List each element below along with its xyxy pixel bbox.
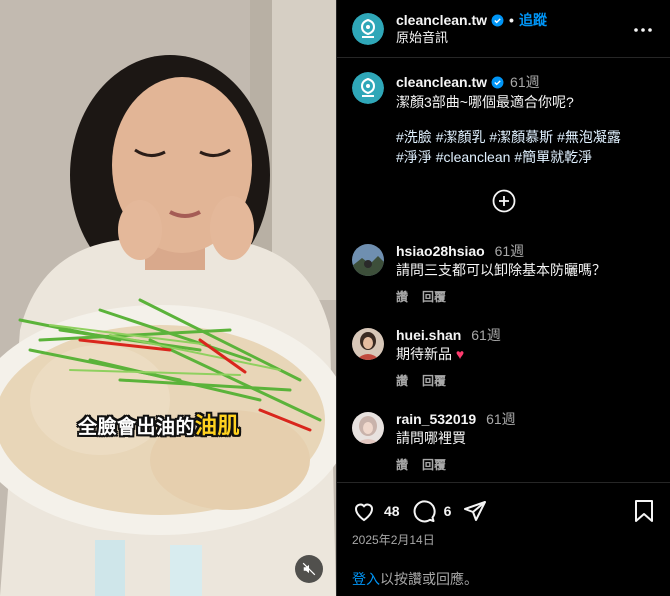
comment-like-button[interactable]: 讚 <box>396 458 408 472</box>
comment-button[interactable]: 6 <box>412 499 452 523</box>
cleanclean-logo-icon <box>352 72 384 104</box>
original-audio-link[interactable]: 原始音訊 <box>396 29 547 46</box>
save-button[interactable] <box>634 499 654 528</box>
video-frame <box>0 0 336 596</box>
like-button[interactable]: 48 <box>352 499 400 523</box>
plus-circle-icon[interactable] <box>492 189 516 213</box>
caption-text: 潔顏3部曲~哪個最適合你呢? <box>396 94 574 110</box>
load-more-comments <box>337 189 670 213</box>
separator-dot: • <box>509 11 514 28</box>
post-footer: 48 6 2025年2月14日 登入以按讚或回應。 <box>337 482 670 587</box>
hashtag-link[interactable]: #簡單就乾淨 <box>514 149 592 165</box>
more-dots-icon <box>634 28 652 32</box>
hashtag-link[interactable]: #潔顏乳 <box>436 129 486 145</box>
video-caption: 全臉會出油的油肌 <box>78 413 241 438</box>
account-avatar[interactable] <box>352 12 384 45</box>
comment-like-button[interactable]: 讚 <box>396 374 408 388</box>
header-username[interactable]: cleanclean.tw <box>396 12 487 29</box>
comment-text: 期待新品 <box>396 346 452 362</box>
comment-item: rain_532019 61週 請問哪裡買 讚回覆 <box>337 410 670 475</box>
comment-reply-button[interactable]: 回覆 <box>422 374 446 388</box>
comment-bubble-icon <box>413 500 436 523</box>
heart-emoji-icon: ♥ <box>455 346 465 362</box>
login-link[interactable]: 登入 <box>352 571 380 587</box>
comment-reply-button[interactable]: 回覆 <box>422 458 446 472</box>
speaker-muted-icon <box>302 562 316 576</box>
mute-button[interactable] <box>295 555 323 583</box>
cleanclean-logo-icon <box>352 12 384 45</box>
comment-age: 61週 <box>494 243 525 259</box>
hashtag-link[interactable]: #cleanclean <box>436 149 511 165</box>
instagram-post-view: 全臉會出油的油肌 cleanclean.tw • 追蹤 原始音訊 cleancl… <box>0 0 670 596</box>
comment-reply-button[interactable]: 回覆 <box>422 290 446 304</box>
hashtags-line-1: #洗臉 #潔顏乳 #潔顏慕斯 #無泡凝露 <box>396 127 621 147</box>
comment-like-button[interactable]: 讚 <box>396 290 408 304</box>
post-side-panel: cleanclean.tw • 追蹤 原始音訊 cleanclean.tw 61… <box>336 0 670 596</box>
hashtag-link[interactable]: #無泡凝露 <box>557 129 621 145</box>
bookmark-icon <box>635 500 653 522</box>
comment-username[interactable]: huei.shan <box>396 327 461 343</box>
hashtags: #洗臉 #潔顏乳 #潔顏慕斯 #無泡凝露 #淨淨 #cleanclean #簡單… <box>396 127 621 167</box>
caption-age: 61週 <box>510 74 540 90</box>
comment-item: huei.shan 61週 期待新品 ♥ 讚回覆 <box>337 326 670 391</box>
follow-button[interactable]: 追蹤 <box>519 12 547 29</box>
comment-item: hsiao28hsiao 61週 請問三支都可以卸除基本防曬嗎？ 讚回覆 <box>337 242 670 307</box>
commenter-avatar[interactable] <box>352 328 384 360</box>
video-caption-highlight: 油肌 <box>195 413 241 438</box>
commenter-avatar[interactable] <box>352 412 384 444</box>
hashtag-link[interactable]: #潔顏慕斯 <box>489 129 553 145</box>
comment-text: 請問哪裡買 <box>396 430 466 446</box>
login-prompt: 登入以按讚或回應。 <box>352 569 478 589</box>
caption-username[interactable]: cleanclean.tw <box>396 72 487 92</box>
comment-text: 請問三支都可以卸除基本防曬嗎？ <box>396 262 606 278</box>
hashtag-link[interactable]: #洗臉 <box>396 129 432 145</box>
caption-avatar[interactable] <box>352 72 384 104</box>
comment-age: 61週 <box>486 411 516 427</box>
verified-badge-icon <box>491 14 504 26</box>
comment-age: 61週 <box>471 327 501 343</box>
heart-icon <box>354 503 374 522</box>
person-avatar-icon <box>352 412 384 444</box>
commenter-avatar[interactable] <box>352 244 384 276</box>
login-suffix: 以按讚或回應。 <box>380 571 478 587</box>
hashtags-line-2: #淨淨 #cleanclean #簡單就乾淨 <box>396 147 621 167</box>
hashtag-link[interactable]: #淨淨 <box>396 149 432 165</box>
action-bar: 48 6 <box>352 497 656 525</box>
post-video[interactable]: 全臉會出油的油肌 <box>0 0 336 596</box>
like-count: 48 <box>384 503 400 519</box>
post-date: 2025年2月14日 <box>352 533 435 547</box>
verified-badge-icon <box>491 76 504 88</box>
paper-plane-icon <box>464 501 487 521</box>
more-options-button[interactable] <box>634 20 652 38</box>
post-header: cleanclean.tw • 追蹤 原始音訊 <box>337 0 670 58</box>
person-avatar-icon <box>352 328 384 360</box>
comment-count: 6 <box>443 503 452 519</box>
comment-username[interactable]: hsiao28hsiao <box>396 243 485 259</box>
share-button[interactable] <box>463 499 487 523</box>
landscape-avatar-icon <box>352 244 384 276</box>
comment-username[interactable]: rain_532019 <box>396 411 476 427</box>
post-caption: cleanclean.tw 61週 潔顏3部曲~哪個最適合你呢? #洗臉 #潔顏… <box>337 58 670 167</box>
